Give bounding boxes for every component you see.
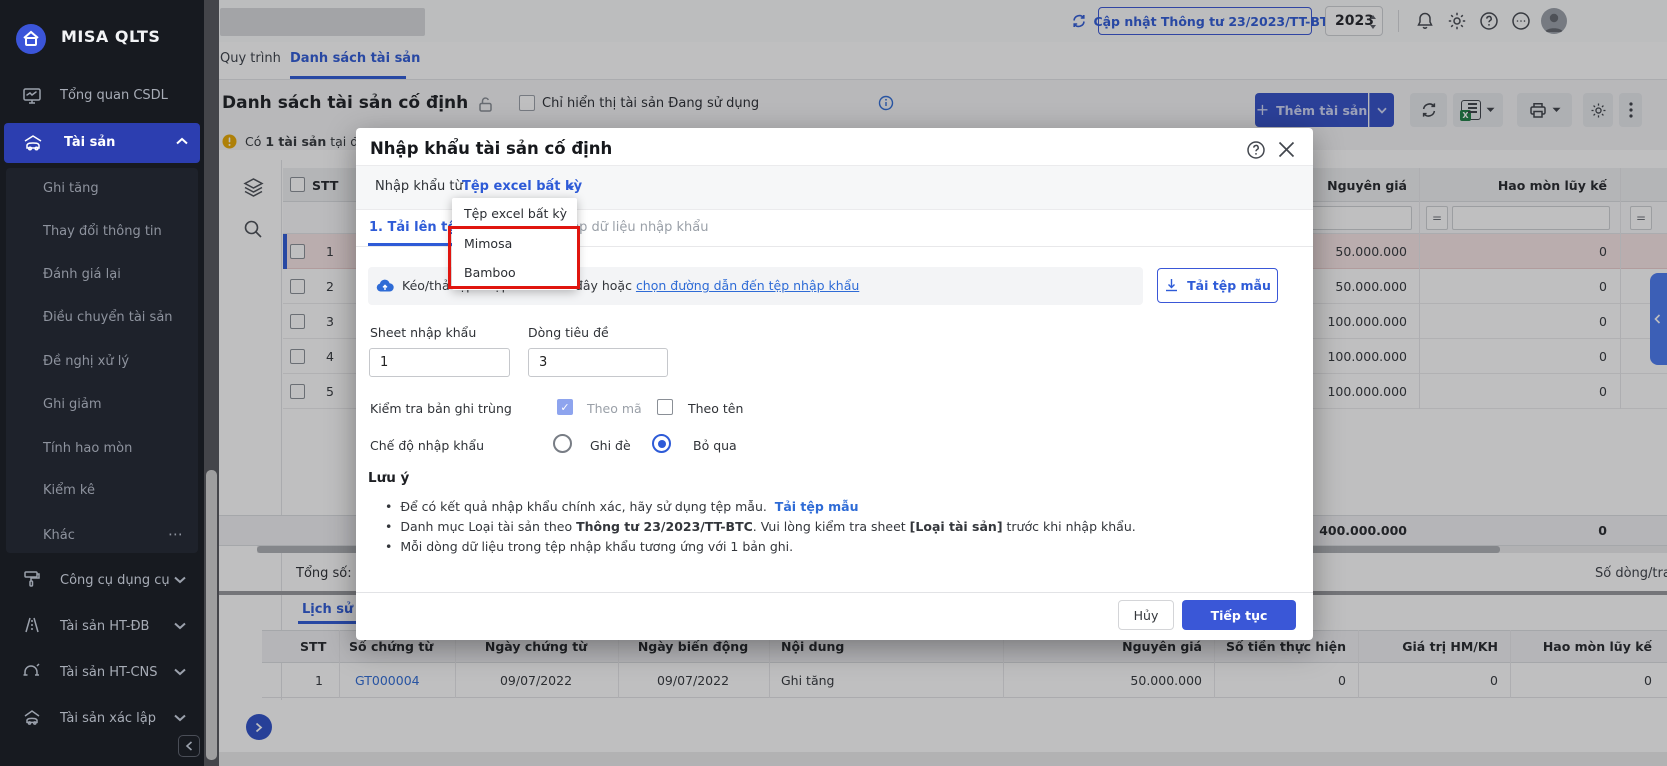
modal-footer-divider (356, 592, 1313, 593)
sidebar-item-kiem-ke[interactable]: Kiểm kê (43, 483, 95, 498)
header-row-input[interactable] (528, 348, 668, 377)
template-link[interactable]: Tải tệp mẫu (775, 499, 859, 514)
by-code-label: Theo mã (587, 401, 642, 416)
cancel-button[interactable]: Hủy (1118, 600, 1174, 630)
sheet-input[interactable] (369, 348, 510, 377)
sidebar-item-tai-san-ht-db[interactable]: Tài sản HT-ĐB (0, 612, 204, 642)
download-template-label: Tải tệp mẫu (1187, 278, 1271, 293)
sidebar-item-tai-san[interactable]: Tài sản (4, 123, 200, 163)
download-icon (1164, 278, 1179, 294)
sidebar-item-tai-san-xac-lap[interactable]: Tài sản xác lập (0, 704, 204, 734)
pipe-icon (22, 661, 42, 681)
overwrite-label: Ghi đè (590, 438, 631, 453)
road-icon (22, 615, 42, 635)
sidebar-collapse-button[interactable] (178, 735, 200, 757)
chevron-down-icon[interactable] (566, 185, 575, 191)
sidebar-item-de-nghi-xu-ly[interactable]: Đề nghị xử lý (43, 354, 129, 369)
sidebar-item-label: Tài sản (64, 135, 115, 150)
more-ellipsis-icon[interactable]: ⋯ (168, 525, 183, 543)
note-item: • Để có kết quả nhập khẩu chính xác, hãy… (385, 499, 859, 514)
chevron-down-icon (174, 714, 186, 722)
header-row-label: Dòng tiêu đề (528, 325, 609, 340)
by-code-checkbox[interactable]: ✓ (557, 399, 573, 415)
chevron-up-icon (176, 137, 188, 145)
dashboard-icon (22, 86, 42, 106)
red-highlight-box (448, 226, 580, 289)
skip-radio[interactable] (652, 434, 671, 453)
house-car-icon (22, 707, 42, 727)
download-template-button[interactable]: Tải tệp mẫu (1157, 268, 1278, 303)
chevron-down-icon (174, 622, 186, 630)
note-item: • Mỗi dòng dữ liệu trong tệp nhập khẩu t… (385, 539, 793, 554)
skip-label: Bỏ qua (693, 438, 737, 453)
sidebar: MISA QLTS Tổng quan CSDL Tài sản Ghi tăn… (0, 0, 204, 766)
chevron-down-icon (174, 668, 186, 676)
sidebar-item-khac[interactable]: Khác (43, 528, 75, 543)
overwrite-radio[interactable] (553, 434, 572, 453)
sidebar-item-tai-san-ht-cns[interactable]: Tài sản HT-CNS (0, 658, 204, 688)
choose-file-link[interactable]: chọn đường dẫn đến tệp nhập khẩu (636, 278, 859, 293)
app-logo-icon (16, 24, 46, 54)
sidebar-item-tong-quan[interactable]: Tổng quan CSDL (0, 82, 204, 114)
chevron-down-icon (174, 576, 186, 584)
import-from-label: Nhập khẩu từ (375, 179, 463, 194)
by-name-checkbox[interactable] (657, 399, 673, 415)
sidebar-item-label: Tài sản HT-CNS (60, 665, 158, 680)
sidebar-item-thay-doi-thong-tin[interactable]: Thay đổi thông tin (43, 224, 162, 239)
cloud-upload-icon (375, 276, 395, 296)
paint-roller-icon (22, 569, 42, 589)
app-title: MISA QLTS (61, 27, 160, 46)
notes-title: Lưu ý (368, 470, 409, 486)
sidebar-item-label: Tài sản HT-ĐB (60, 619, 149, 634)
sidebar-item-dieu-chuyen-tai-san[interactable]: Điều chuyển tài sản (43, 310, 173, 325)
dropdown-option-tep-excel[interactable]: Tệp excel bất kỳ (464, 206, 567, 221)
continue-button[interactable]: Tiếp tục (1182, 600, 1296, 630)
modal-close-icon[interactable] (1277, 140, 1296, 159)
by-name-label: Theo tên (688, 401, 743, 416)
sidebar-item-ghi-giam[interactable]: Ghi giảm (43, 397, 102, 412)
sidebar-item-label: Công cụ dụng cụ (60, 573, 170, 588)
continue-label: Tiếp tục (1211, 608, 1268, 623)
sheet-label: Sheet nhập khẩu (370, 325, 476, 340)
sidebar-item-ghi-tang[interactable]: Ghi tăng (43, 181, 99, 196)
import-mode-label: Chế độ nhập khẩu (370, 438, 484, 453)
cancel-label: Hủy (1134, 608, 1159, 623)
sidebar-item-tinh-hao-mon[interactable]: Tính hao mòn (43, 441, 132, 456)
duplicate-check-label: Kiểm tra bản ghi trùng (370, 401, 512, 416)
sidebar-item-cong-cu-dung-cu[interactable]: Công cụ dụng cụ (0, 566, 204, 596)
sidebar-item-label: Tài sản xác lập (60, 711, 156, 726)
modal-help-icon[interactable] (1246, 140, 1266, 160)
sidebar-item-danh-gia-lai[interactable]: Đánh giá lại (43, 267, 121, 282)
asset-icon (22, 132, 44, 154)
modal-title: Nhập khẩu tài sản cố định (370, 139, 612, 158)
note-item: • Danh mục Loại tài sản theo Thông tư 23… (385, 519, 1136, 534)
import-source-select[interactable]: Tệp excel bất kỳ (462, 179, 582, 194)
sidebar-item-label: Tổng quan CSDL (60, 88, 168, 103)
